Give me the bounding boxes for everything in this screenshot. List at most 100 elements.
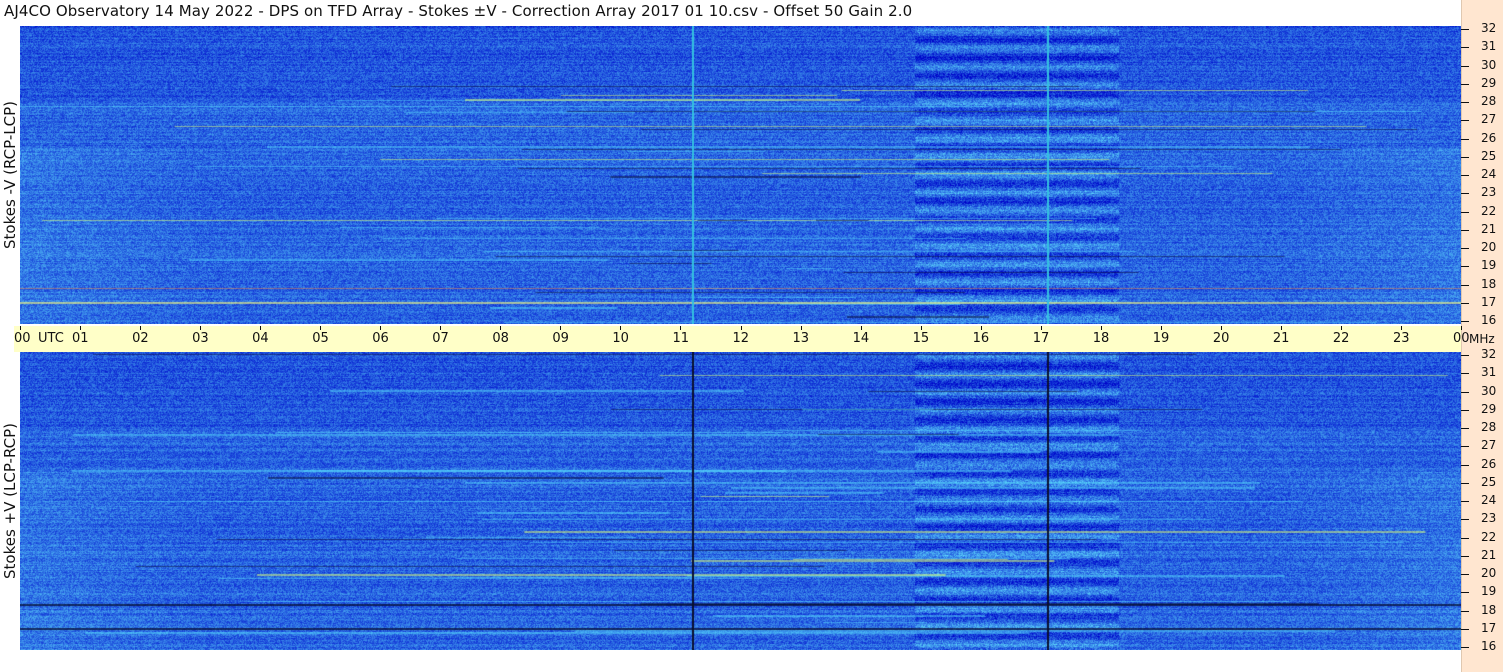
- freq-tick-mark: [1461, 556, 1469, 557]
- freq-tick-label: 26: [1481, 457, 1496, 471]
- time-tick-label: 03: [192, 331, 209, 346]
- freq-tick-mark: [1461, 501, 1469, 502]
- freq-tick-mark: [1461, 120, 1469, 121]
- freq-tick-mark: [1461, 647, 1469, 648]
- freq-tick-mark: [1461, 538, 1469, 539]
- bottom-spectrogram-panel: [20, 352, 1461, 650]
- freq-tick-label: 27: [1481, 438, 1496, 452]
- time-tick-label: 00: [1453, 331, 1470, 346]
- time-tick-label: 23: [1393, 331, 1410, 346]
- time-tick-mark: [1341, 326, 1342, 330]
- time-tick-mark: [741, 326, 742, 330]
- freq-tick-label: 29: [1481, 76, 1496, 90]
- time-tick-mark: [620, 326, 621, 330]
- time-tick-mark: [1221, 326, 1222, 330]
- freq-tick-label: 24: [1481, 493, 1496, 507]
- time-tick-label: 07: [432, 331, 449, 346]
- freq-tick-mark: [1461, 212, 1469, 213]
- freq-tick-mark: [1461, 175, 1469, 176]
- time-tick-label: 15: [913, 331, 930, 346]
- freq-tick-label: 23: [1481, 185, 1496, 199]
- freq-tick-mark: [1461, 139, 1469, 140]
- freq-tick-mark: [1461, 428, 1469, 429]
- freq-tick-label: 23: [1481, 511, 1496, 525]
- time-tick-mark: [981, 326, 982, 330]
- time-tick-mark: [1401, 326, 1402, 330]
- freq-tick-label: 31: [1481, 39, 1496, 53]
- freq-tick-label: 16: [1481, 639, 1496, 653]
- time-tick-label: 11: [672, 331, 689, 346]
- freq-tick-mark: [1461, 611, 1469, 612]
- time-tick-mark: [921, 326, 922, 330]
- freq-tick-label: 17: [1481, 295, 1496, 309]
- time-tick-label: 09: [552, 331, 569, 346]
- freq-tick-label: 25: [1481, 149, 1496, 163]
- top-spectrogram-panel: [20, 26, 1461, 324]
- freq-tick-label: 19: [1481, 258, 1496, 272]
- freq-tick-label: 27: [1481, 112, 1496, 126]
- freq-tick-label: 18: [1481, 277, 1496, 291]
- freq-tick-mark: [1461, 321, 1469, 322]
- figure-title: AJ4CO Observatory 14 May 2022 - DPS on T…: [4, 2, 912, 20]
- time-tick-mark: [440, 326, 441, 330]
- time-tick-mark: [680, 326, 681, 330]
- freq-tick-label: 19: [1481, 584, 1496, 598]
- time-tick-label: 04: [252, 331, 269, 346]
- time-tick-label: 10: [612, 331, 629, 346]
- freq-tick-label: 21: [1481, 548, 1496, 562]
- time-tick-label: 16: [973, 331, 990, 346]
- freq-tick-mark: [1461, 47, 1469, 48]
- freq-tick-label: 16: [1481, 313, 1496, 327]
- top-spectrogram-canvas: [20, 26, 1461, 324]
- freq-tick-mark: [1461, 29, 1469, 30]
- time-tick-mark: [320, 326, 321, 330]
- freq-tick-mark: [1461, 592, 1469, 593]
- time-tick-mark: [801, 326, 802, 330]
- freq-tick-mark: [1461, 193, 1469, 194]
- freq-tick-mark: [1461, 248, 1469, 249]
- mhz-unit-label: MHz: [1469, 332, 1495, 346]
- freq-tick-mark: [1461, 465, 1469, 466]
- time-tick-mark: [20, 326, 21, 330]
- freq-tick-label: 21: [1481, 222, 1496, 236]
- time-tick-label: 18: [1093, 331, 1110, 346]
- freq-tick-label: 28: [1481, 420, 1496, 434]
- freq-tick-mark: [1461, 392, 1469, 393]
- time-tick-label: 21: [1273, 331, 1290, 346]
- freq-tick-mark: [1461, 84, 1469, 85]
- time-tick-label: 06: [372, 331, 389, 346]
- freq-tick-label: 29: [1481, 402, 1496, 416]
- time-tick-label: 05: [312, 331, 329, 346]
- freq-tick-mark: [1461, 355, 1469, 356]
- time-tick-mark: [200, 326, 201, 330]
- freq-tick-mark: [1461, 373, 1469, 374]
- freq-tick-label: 20: [1481, 240, 1496, 254]
- time-tick-label: 14: [853, 331, 870, 346]
- freq-tick-label: 26: [1481, 131, 1496, 145]
- freq-tick-label: 18: [1481, 603, 1496, 617]
- freq-tick-label: 22: [1481, 204, 1496, 218]
- freq-tick-label: 32: [1481, 21, 1496, 35]
- freq-tick-label: 24: [1481, 167, 1496, 181]
- time-tick-label: 19: [1153, 331, 1170, 346]
- freq-tick-mark: [1461, 303, 1469, 304]
- spectrogram-figure: AJ4CO Observatory 14 May 2022 - DPS on T…: [0, 0, 1503, 672]
- freq-tick-label: 32: [1481, 347, 1496, 361]
- freq-tick-mark: [1461, 574, 1469, 575]
- freq-tick-label: 25: [1481, 475, 1496, 489]
- time-tick-mark: [1101, 326, 1102, 330]
- freq-tick-label: 20: [1481, 566, 1496, 580]
- time-tick-label: 00: [14, 331, 31, 346]
- freq-tick-label: 17: [1481, 621, 1496, 635]
- freq-tick-label: 22: [1481, 530, 1496, 544]
- freq-tick-mark: [1461, 446, 1469, 447]
- time-tick-label: 20: [1213, 331, 1230, 346]
- freq-tick-mark: [1461, 66, 1469, 67]
- time-tick-label: 17: [1033, 331, 1050, 346]
- time-tick-mark: [1041, 326, 1042, 330]
- freq-tick-label: 30: [1481, 384, 1496, 398]
- time-tick-mark: [140, 326, 141, 330]
- time-tick-label: 08: [492, 331, 509, 346]
- time-tick-label: 22: [1333, 331, 1350, 346]
- freq-tick-mark: [1461, 483, 1469, 484]
